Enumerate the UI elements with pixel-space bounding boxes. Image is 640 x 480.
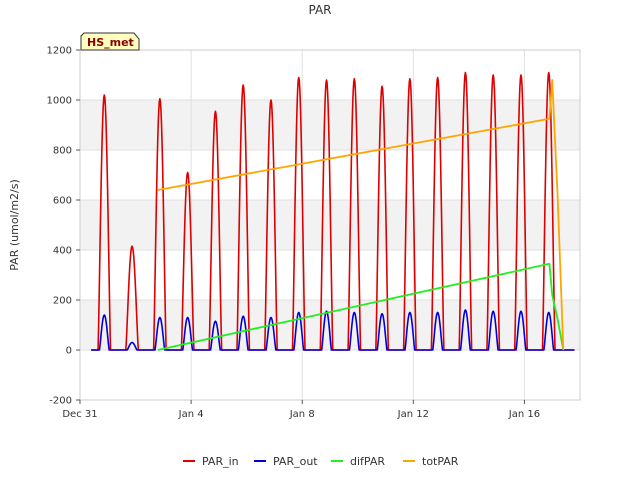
legend-label: difPAR — [350, 455, 385, 468]
y-tick-label: 0 — [66, 346, 72, 357]
x-tick-label: Jan 8 — [289, 409, 315, 420]
x-tick-label: Jan 16 — [508, 409, 540, 420]
x-tick-label: Dec 31 — [62, 409, 97, 420]
y-tick-label: 400 — [53, 246, 72, 257]
chart-title: PAR — [308, 3, 331, 17]
y-tick-label: 1200 — [47, 46, 72, 57]
legend-label: PAR_out — [273, 455, 318, 468]
chart: PAR -200 0 200 400 600 800 1000 1200 Dec 31 Jan … — [0, 0, 640, 480]
legend-label: totPAR — [422, 455, 459, 468]
y-tick-label: 200 — [53, 296, 72, 307]
legend-label: PAR_in — [202, 455, 239, 468]
par-chart-svg: PAR -200 0 200 400 600 800 1000 1200 Dec 31 Jan … — [0, 0, 640, 480]
y-tick-label: -200 — [49, 396, 72, 407]
station-badge-text: HS_met — [87, 36, 134, 49]
x-tick-label: Jan 12 — [397, 409, 429, 420]
x-tick-label: Jan 4 — [178, 409, 204, 420]
y-axis-label: PAR (umol/m2/s) — [8, 179, 21, 271]
plot-band — [80, 100, 580, 150]
y-tick-label: 1000 — [47, 96, 72, 107]
station-badge: HS_met — [80, 32, 140, 51]
y-tick-label: 800 — [53, 146, 72, 157]
y-tick-label: 600 — [53, 196, 72, 207]
